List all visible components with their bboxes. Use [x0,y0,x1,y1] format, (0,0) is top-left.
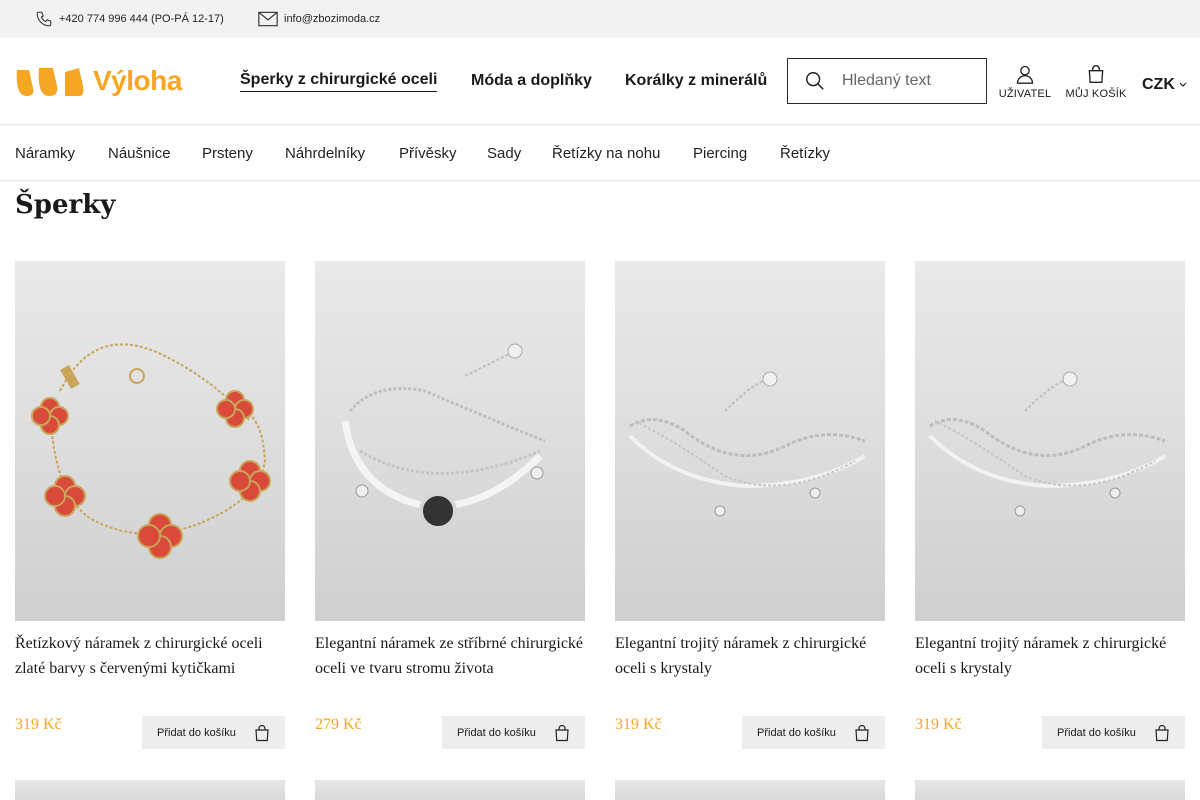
category-link-nahrdelniky[interactable]: Náhrdelníky [285,126,365,181]
add-to-cart-button[interactable]: Přidat do košíku [442,716,585,749]
product-price: 279 Kč [315,716,362,733]
top-contact-bar: +420 774 996 444 (PO-PÁ 12-17) info@zboz… [0,0,1200,38]
cart-button[interactable]: MŮJ KOŠÍK [1064,64,1128,100]
chevron-down-icon [1179,82,1187,87]
category-bar: Náramky Náušnice Prsteny Náhrdelníky Pří… [0,126,1200,181]
product-card: Elegantní náramek ze stříbrné chirurgick… [315,261,585,749]
add-to-cart-label: Přidat do košíku [757,726,836,739]
main-nav-link[interactable]: Šperky z chirurgické oceli [240,71,438,92]
product-price: 319 Kč [915,716,962,733]
email-address: info@zbozimoda.cz [284,13,381,25]
product-name[interactable]: Elegantní trojitý náramek z chirurgické … [915,631,1185,706]
shopping-bag-icon [855,724,869,742]
product-name[interactable]: Elegantní náramek ze stříbrné chirurgick… [315,631,585,706]
user-icon [1016,65,1034,84]
site-header: Výloha Šperky z chirurgické oceli Móda a… [0,38,1200,125]
logo-text: Výloha [93,65,182,96]
product-card: Elegantní trojitý náramek z chirurgické … [915,261,1185,749]
product-image-next-row[interactable] [315,780,585,800]
main-nav-link[interactable]: Móda a doplňky [471,72,592,92]
site-logo[interactable]: Výloha [15,65,182,96]
main-nav-item-surgical-steel[interactable]: Šperky z chirurgické oceli [240,38,438,125]
add-to-cart-label: Přidat do košíku [157,726,236,739]
category-link-naramky[interactable]: Náramky [15,126,75,181]
shopping-bag-icon [555,724,569,742]
product-image[interactable] [315,261,585,621]
add-to-cart-button[interactable]: Přidat do košíku [1042,716,1185,749]
add-to-cart-label: Přidat do košíku [457,726,536,739]
add-to-cart-button[interactable]: Přidat do košíku [742,716,885,749]
search-input[interactable] [842,72,972,90]
user-account-button[interactable]: UŽIVATEL [999,64,1051,100]
product-image-next-row[interactable] [915,780,1185,800]
search-icon[interactable] [788,70,842,92]
shopping-bag-icon [1155,724,1169,742]
product-name[interactable]: Elegantní trojitý náramek z chirurgické … [615,631,885,706]
product-image[interactable] [15,261,285,621]
main-nav-item-fashion[interactable]: Móda a doplňky [471,38,592,125]
search-box[interactable] [787,58,987,104]
product-price: 319 Kč [15,716,62,733]
email-contact[interactable]: info@zbozimoda.cz [258,0,380,38]
product-name[interactable]: Řetízkový náramek z chirurgické oceli zl… [15,631,285,706]
add-to-cart-button[interactable]: Přidat do košíku [142,716,285,749]
product-card: Elegantní trojitý náramek z chirurgické … [615,261,885,749]
phone-number: +420 774 996 444 (PO-PÁ 12-17) [59,13,224,25]
shopping-bag-icon [1088,65,1104,83]
category-link-prsteny[interactable]: Prsteny [202,126,253,181]
phone-contact[interactable]: +420 774 996 444 (PO-PÁ 12-17) [35,0,224,38]
mail-icon [258,11,278,27]
logo-mark-icon [15,66,85,96]
product-image[interactable] [915,261,1185,621]
user-label: UŽIVATEL [998,88,1052,100]
shopping-bag-icon [255,724,269,742]
category-link-privesky[interactable]: Přívěsky [399,126,457,181]
product-price: 319 Kč [615,716,662,733]
category-link-piercing[interactable]: Piercing [693,126,747,181]
category-link-sady[interactable]: Sady [487,126,521,181]
page-title: Šperky [15,190,116,220]
phone-icon [36,11,52,27]
main-nav-link[interactable]: Korálky z minerálů [625,72,767,92]
currency-value: CZK [1142,76,1175,93]
cart-label: MŮJ KOŠÍK [1065,88,1127,100]
product-image[interactable] [615,261,885,621]
add-to-cart-label: Přidat do košíku [1057,726,1136,739]
category-link-nausnice[interactable]: Náušnice [108,126,171,181]
product-card: Řetízkový náramek z chirurgické oceli zl… [15,261,285,749]
main-nav-item-beads[interactable]: Korálky z minerálů [625,38,767,125]
category-link-retizky-na-nohu[interactable]: Řetízky na nohu [552,126,660,181]
product-image-next-row[interactable] [15,780,285,800]
currency-selector[interactable]: CZK [1142,76,1187,94]
product-image-next-row[interactable] [615,780,885,800]
category-link-retizky[interactable]: Řetízky [780,126,830,181]
